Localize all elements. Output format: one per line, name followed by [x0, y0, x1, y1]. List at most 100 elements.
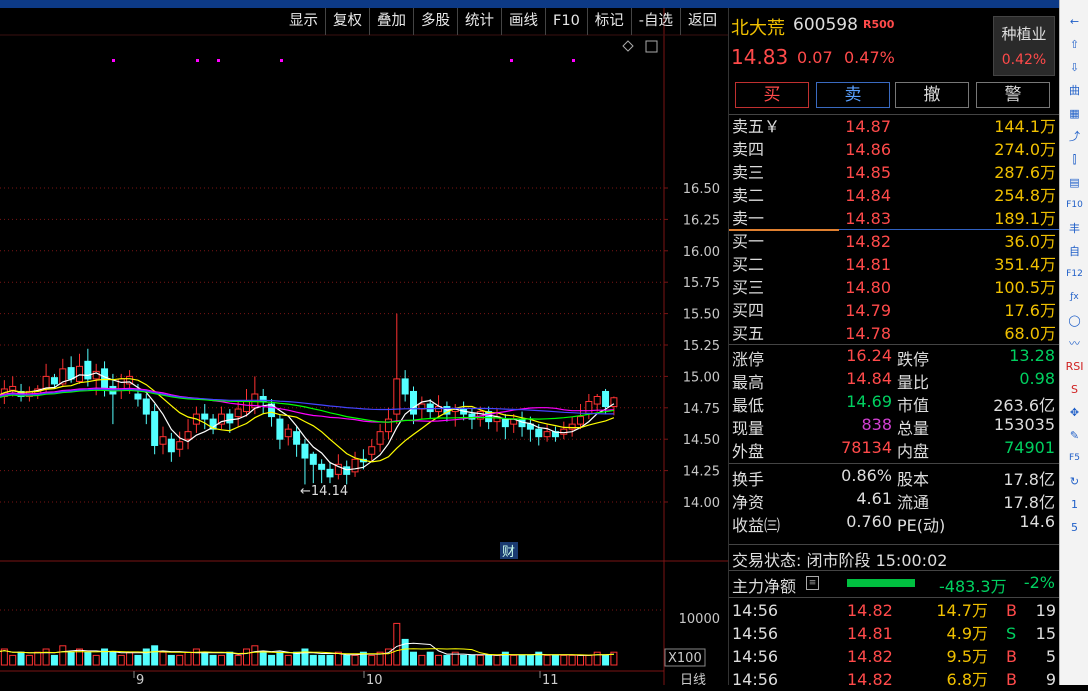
bids-row[interactable]: 买五 14.78 68.0万 — [729, 322, 1060, 345]
stat-label-float: 流通 — [897, 493, 930, 512]
volume-bar — [460, 654, 468, 666]
toolbar-btn-2[interactable]: 叠加 — [369, 8, 413, 35]
alert-button[interactable]: 警 — [976, 82, 1050, 108]
bids-row[interactable]: 买三 14.80 100.5万 — [729, 276, 1060, 299]
stat-value-pe: 14.6 — [1019, 512, 1055, 531]
price-axis-label: 14.50 — [683, 433, 720, 448]
asks-volume: 254.8万 — [994, 186, 1056, 205]
sell-button[interactable]: 卖 — [816, 82, 890, 108]
sidebar-tool-icon[interactable]: ← — [1064, 12, 1085, 31]
sidebar-tool-icon[interactable]: ↻ — [1064, 472, 1085, 491]
volume-bar — [9, 654, 17, 666]
sidebar-tool-icon[interactable]: 曲 — [1064, 81, 1085, 100]
sidebar-tool-icon[interactable]: F5 — [1064, 449, 1085, 468]
sidebar-tool-icon[interactable]: ⇩ — [1064, 58, 1085, 77]
volume-bar — [243, 648, 250, 666]
candle-up — [9, 385, 17, 391]
toolbar-btn-3[interactable]: 多股 — [413, 8, 457, 35]
toolbar-btn-4[interactable]: 统计 — [457, 8, 501, 35]
asks-row[interactable]: 卖三 14.85 287.6万 — [729, 161, 1060, 184]
asks-label: 卖五￥ — [732, 117, 781, 136]
period-label: 日线 — [680, 673, 706, 685]
volume-bar — [226, 651, 234, 666]
stat-label-limit_down: 跌停 — [897, 350, 930, 369]
tick-time: 14:56 — [732, 624, 779, 643]
netflow-value: -483.3万 — [939, 577, 1007, 596]
divider — [729, 544, 1060, 545]
candle-up — [368, 446, 376, 455]
sidebar-tool-icon[interactable]: ƒx — [1064, 288, 1085, 307]
event-marker — [217, 59, 220, 62]
sidebar-tool-icon[interactable]: F12 — [1064, 265, 1085, 284]
bids-row[interactable]: 买一 14.82 36.0万 — [729, 230, 1060, 253]
volume-bar — [284, 654, 292, 666]
asks-row[interactable]: 卖四 14.86 274.0万 — [729, 138, 1060, 161]
chart-toolbar: 显示 复权 叠加 多股 统计 画线 F10 标记 -自选 返回 — [282, 8, 724, 35]
sidebar-tool-icon[interactable]: 5 — [1064, 518, 1085, 537]
bids-price: 14.79 — [845, 301, 891, 320]
sidebar-tool-icon[interactable]: S — [1064, 380, 1085, 399]
list-icon[interactable]: ≡ — [806, 576, 819, 590]
volume-bar — [368, 654, 376, 666]
tick-row: 14:56 14.82 14.7万 B 19 — [729, 599, 1060, 622]
asks-label: 卖三 — [732, 163, 765, 182]
stat-label-low: 最低 — [732, 396, 765, 415]
candle-up — [384, 418, 392, 433]
bids-row[interactable]: 买二 14.81 351.4万 — [729, 253, 1060, 276]
toolbar-btn-7[interactable]: 标记 — [586, 8, 631, 35]
sector-pct: 0.42% — [1001, 52, 1047, 68]
sidebar-tool-icon[interactable]: ✎ — [1064, 426, 1085, 445]
diamond-icon — [622, 40, 634, 52]
cancel-button[interactable]: 撤 — [895, 82, 969, 108]
candle-up — [42, 375, 50, 390]
sidebar-tool-icon[interactable]: ▦ — [1064, 104, 1085, 123]
asks-row[interactable]: 卖一 14.83 189.1万 — [729, 207, 1060, 230]
bids-price: 14.81 — [845, 255, 891, 274]
candle-up — [351, 458, 359, 473]
sidebar-tool-icon[interactable]: 丰 — [1064, 219, 1085, 238]
bids-price: 14.82 — [845, 232, 891, 251]
stat-label-shares: 股本 — [897, 470, 930, 489]
tick-side: B — [1006, 601, 1017, 620]
r500-badge: R500 — [863, 18, 895, 31]
toolbar-btn-6[interactable]: F10 — [545, 8, 587, 35]
sidebar-tool-icon[interactable]: ⤴ — [1064, 127, 1085, 146]
kline-chart-panel[interactable]: 16.50 16.25 16.00 15.75 15.50 15.25 15.00 14.75… — [0, 8, 728, 685]
sidebar-tool-icon[interactable]: ◯ — [1064, 311, 1085, 330]
sidebar-tool-icon[interactable]: ▤ — [1064, 173, 1085, 192]
price-axis-label: 16.25 — [683, 213, 720, 228]
buy-button[interactable]: 买 — [735, 82, 809, 108]
x-axis-label: 10 — [366, 673, 383, 685]
candle-up — [593, 395, 601, 405]
sidebar-tool-icon[interactable]: 自 — [1064, 242, 1085, 261]
x-axis-label: 11 — [542, 673, 559, 685]
toolbar-btn-1[interactable]: 复权 — [325, 8, 369, 35]
toolbar-btn-9[interactable]: 返回 — [680, 8, 724, 35]
volume-bar — [476, 654, 484, 666]
tick-count: 5 — [1045, 647, 1056, 666]
sidebar-tool-icon[interactable]: 〰 — [1064, 334, 1085, 353]
sidebar-tool-icon[interactable]: ⇧ — [1064, 35, 1085, 54]
sidebar-tool-icon[interactable]: ✥ — [1064, 403, 1085, 422]
volume-bar — [209, 654, 217, 666]
toolbar-btn-8[interactable]: -自选 — [630, 8, 680, 35]
stat-value-mcap: 263.6亿 — [993, 396, 1055, 415]
sidebar-tool-icon[interactable]: F10 — [1064, 196, 1085, 215]
sidebar-tool-icon[interactable]: 1 — [1064, 495, 1085, 514]
toolbar-btn-0[interactable]: 显示 — [282, 8, 325, 35]
stat-value-cur_vol: 838 — [861, 415, 892, 434]
volume-bar — [268, 654, 276, 666]
candle-down — [426, 403, 434, 413]
event-marker — [510, 59, 513, 62]
asks-row[interactable]: 卖五￥ 14.87 144.1万 — [729, 115, 1060, 138]
toolbar-btn-5[interactable]: 画线 — [501, 8, 545, 35]
sector-box[interactable]: 种植业 0.42% — [993, 16, 1055, 76]
sidebar-tool-icon[interactable]: ⫿ — [1064, 150, 1085, 169]
volume-bar — [167, 654, 175, 666]
kline-chart-svg[interactable]: 16.50 16.25 16.00 15.75 15.50 15.25 15.00 14.75… — [0, 8, 728, 685]
asks-row[interactable]: 卖二 14.84 254.8万 — [729, 184, 1060, 207]
stat-label-pe: PE(动) — [897, 516, 946, 535]
bids-row[interactable]: 买四 14.79 17.6万 — [729, 299, 1060, 322]
sidebar-tool-icon[interactable]: RSI — [1064, 357, 1085, 376]
asks-label: 卖四 — [732, 140, 765, 159]
